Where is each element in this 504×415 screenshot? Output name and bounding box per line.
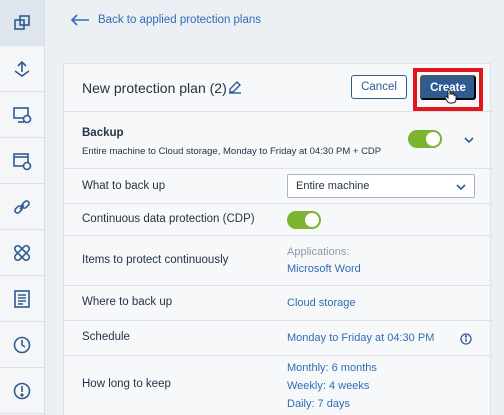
protection-plan-panel: New protection plan (2) Cancel Create Ba… — [63, 63, 492, 415]
sidebar-item-integrations[interactable] — [0, 184, 44, 230]
chevron-down-icon — [456, 184, 466, 191]
row-what-to-back-up: What to back up Entire machine — [64, 169, 492, 204]
plan-header: New protection plan (2) Cancel Create — [64, 64, 492, 112]
sidebar-item-recovery[interactable] — [0, 230, 44, 276]
backup-summary: Entire machine to Cloud storage, Monday … — [82, 146, 382, 157]
window-sync-icon — [13, 152, 32, 170]
sidebar-item-monitoring[interactable] — [0, 92, 44, 138]
row-where-to-back-up: Where to back up Cloud storage — [64, 286, 492, 321]
chevron-down-icon[interactable] — [464, 136, 474, 144]
items-to-protect-label: Items to protect continuously — [82, 254, 229, 266]
how-long-to-keep-label: How long to keep — [82, 378, 171, 390]
what-to-back-up-select[interactable]: Entire machine — [287, 174, 475, 198]
where-to-back-up-value[interactable]: Cloud storage — [287, 294, 356, 312]
schedule-value[interactable]: Monday to Friday at 04:30 PM — [287, 329, 434, 347]
row-how-long-to-keep: How long to keep Monthly: 6 months Weekl… — [64, 356, 492, 415]
plan-title: New protection plan (2) — [82, 80, 227, 96]
backup-upload-icon — [14, 60, 30, 77]
sidebar-item-alerts[interactable] — [0, 368, 44, 414]
what-to-back-up-value: Entire machine — [296, 180, 370, 192]
sidebar-item-reports[interactable] — [0, 276, 44, 322]
hand-cursor-icon — [444, 88, 457, 104]
retention-weekly[interactable]: Weekly: 4 weeks — [287, 377, 369, 395]
info-icon[interactable] — [460, 333, 472, 345]
retention-monthly[interactable]: Monthly: 6 months — [287, 359, 377, 377]
cdp-toggle[interactable] — [287, 211, 321, 229]
applications-caption: Applications: — [287, 246, 350, 258]
cdp-label: Continuous data protection (CDP) — [82, 213, 255, 225]
where-to-back-up-label: Where to back up — [82, 296, 173, 308]
sidebar — [0, 0, 45, 415]
backup-toggle[interactable] — [408, 130, 442, 148]
arrow-left-icon — [70, 14, 89, 26]
row-items-to-protect: Items to protect continuously Applicatio… — [64, 236, 492, 286]
edit-icon[interactable] — [228, 80, 242, 94]
sidebar-item-plans[interactable] — [0, 138, 44, 184]
sidebar-item-devices[interactable] — [0, 0, 44, 46]
back-to-plans-link[interactable]: Back to applied protection plans — [70, 13, 261, 27]
bandage-icon — [13, 244, 31, 261]
monitor-sync-icon — [13, 106, 32, 123]
retention-daily[interactable]: Daily: 7 days — [287, 395, 350, 413]
report-icon — [14, 289, 30, 308]
backup-section: Backup Entire machine to Cloud storage, … — [64, 112, 492, 169]
row-schedule: Schedule Monday to Friday at 04:30 PM — [64, 321, 492, 356]
clock-icon — [13, 336, 31, 353]
backup-title: Backup — [82, 127, 124, 139]
what-to-back-up-label: What to back up — [82, 180, 166, 192]
row-cdp: Continuous data protection (CDP) — [64, 204, 492, 236]
link-icon — [14, 199, 30, 214]
alert-icon — [13, 382, 31, 399]
copy-icon — [14, 14, 30, 30]
schedule-label: Schedule — [82, 331, 130, 343]
cancel-button[interactable]: Cancel — [351, 75, 407, 99]
back-link-label: Back to applied protection plans — [98, 14, 262, 26]
items-to-protect-value[interactable]: Microsoft Word — [287, 260, 361, 278]
sidebar-item-backup[interactable] — [0, 46, 44, 92]
sidebar-item-activities[interactable] — [0, 322, 44, 368]
